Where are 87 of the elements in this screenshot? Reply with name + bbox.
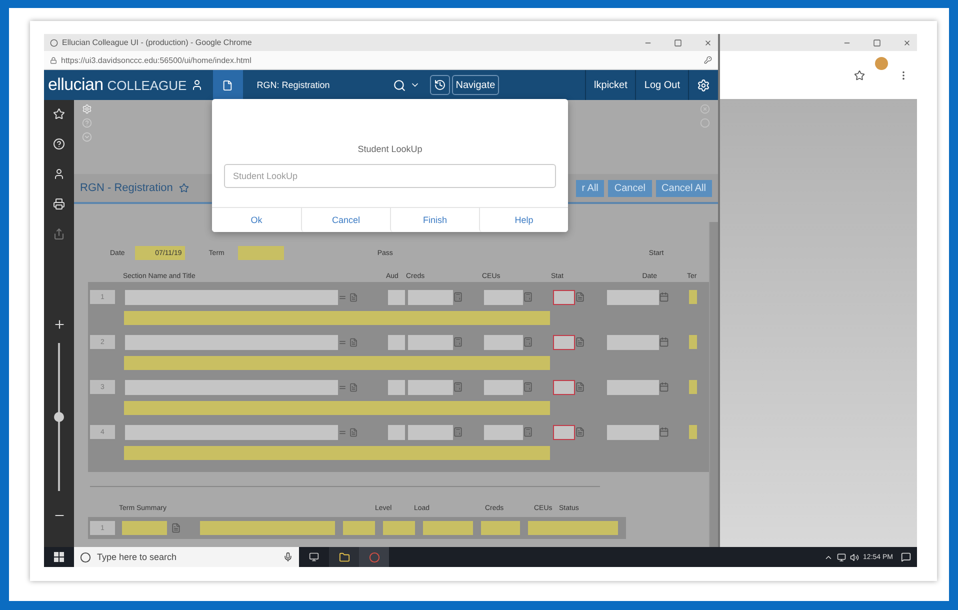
ceus-field[interactable] <box>481 521 520 535</box>
user-icon[interactable] <box>190 79 203 91</box>
creds-field[interactable] <box>408 334 453 350</box>
creds-field[interactable] <box>408 424 453 440</box>
title-field[interactable] <box>124 311 550 325</box>
taskbar-search-field[interactable]: Type here to search <box>74 547 299 567</box>
ceus-field[interactable] <box>484 334 523 350</box>
share-icon[interactable] <box>53 228 65 240</box>
creds-field[interactable] <box>423 521 473 535</box>
info-icon[interactable] <box>82 118 92 128</box>
avatar-icon[interactable] <box>875 57 888 70</box>
section-field[interactable] <box>125 290 338 304</box>
help-icon[interactable] <box>53 138 65 150</box>
status-field[interactable] <box>528 521 618 535</box>
section-field[interactable] <box>125 424 338 440</box>
notification-icon[interactable] <box>901 552 911 562</box>
close-icon[interactable] <box>903 38 911 46</box>
user-icon[interactable] <box>53 168 65 180</box>
chevron-down-icon[interactable] <box>82 132 92 142</box>
maximize-icon[interactable] <box>873 38 881 46</box>
key-icon[interactable] <box>704 56 712 64</box>
title-field[interactable] <box>124 401 550 415</box>
brand-name: ellucian <box>47 75 104 95</box>
close-icon[interactable] <box>704 38 712 46</box>
history-icon <box>434 79 446 91</box>
lock-icon <box>50 56 57 64</box>
date-field[interactable] <box>607 380 659 394</box>
aud-field[interactable] <box>388 334 405 350</box>
ceus-field[interactable] <box>484 380 523 394</box>
section-field[interactable] <box>125 334 338 350</box>
browser-title: Ellucian Colleague UI - (production) - Google Chrome <box>62 38 252 47</box>
creds-field[interactable] <box>408 290 453 304</box>
term-field[interactable] <box>689 380 697 394</box>
history-button[interactable] <box>430 75 450 95</box>
dialog-button[interactable]: Ok <box>212 208 301 232</box>
zoom-in-icon[interactable] <box>52 318 66 331</box>
document-icon <box>222 80 234 90</box>
date-field[interactable] <box>607 290 659 304</box>
title-field[interactable] <box>124 446 550 460</box>
aud-field[interactable] <box>388 424 405 440</box>
term-field[interactable] <box>689 335 697 349</box>
stat-field[interactable] <box>553 380 575 394</box>
scrollbar[interactable] <box>709 222 718 547</box>
section-field[interactable] <box>125 380 338 394</box>
dialog-title: Student LookUp <box>356 144 424 154</box>
search-icon[interactable] <box>392 78 406 92</box>
dialog-button[interactable]: Help <box>479 208 568 232</box>
circle-icon[interactable] <box>700 118 710 128</box>
url-text[interactable]: https://ui3.davidsonccc.edu:56500/ui/home/index.html <box>61 56 252 64</box>
maximize-icon[interactable] <box>674 38 682 46</box>
dialog-button[interactable]: Finish <box>390 208 479 232</box>
navigate-button[interactable]: Navigate <box>452 75 500 95</box>
date-field[interactable] <box>607 424 659 440</box>
ceus-field[interactable] <box>484 424 523 440</box>
form-title: RGN - Registration <box>80 182 173 194</box>
term-field[interactable] <box>122 521 167 535</box>
level-field[interactable] <box>343 521 375 535</box>
stat-field[interactable] <box>553 424 575 440</box>
windows-logo-icon[interactable] <box>54 552 64 562</box>
date-field[interactable] <box>607 334 659 350</box>
star-icon[interactable] <box>178 183 189 193</box>
document-icon[interactable] <box>171 523 181 533</box>
slider-thumb[interactable] <box>54 412 64 422</box>
term-field[interactable] <box>238 246 284 260</box>
aud-field[interactable] <box>388 380 405 394</box>
product-name: COLLEAGUE <box>107 78 187 92</box>
network-icon[interactable] <box>837 552 846 562</box>
search-placeholder: Type here to search <box>97 552 177 562</box>
term-field[interactable] <box>689 425 697 439</box>
creds-field[interactable] <box>408 380 453 394</box>
ceus-field[interactable] <box>484 290 523 304</box>
summary-field[interactable] <box>200 521 335 535</box>
stat-field[interactable] <box>553 334 575 350</box>
folder-icon[interactable] <box>329 547 359 567</box>
title-field[interactable] <box>124 356 550 370</box>
printer-icon[interactable] <box>53 198 65 210</box>
dialog-button[interactable]: Cancel <box>301 208 390 232</box>
aud-field[interactable] <box>388 290 405 304</box>
lookup-input-field[interactable]: Student LookUp <box>224 164 556 188</box>
document-tab[interactable] <box>212 70 243 100</box>
load-field[interactable] <box>383 521 415 535</box>
term-field[interactable] <box>689 290 697 304</box>
microphone-icon[interactable] <box>283 552 293 562</box>
stat-field[interactable] <box>553 290 575 304</box>
browser-icon <box>50 38 58 46</box>
volume-icon[interactable] <box>850 552 860 562</box>
form-name: RGN: Registration <box>256 80 331 90</box>
